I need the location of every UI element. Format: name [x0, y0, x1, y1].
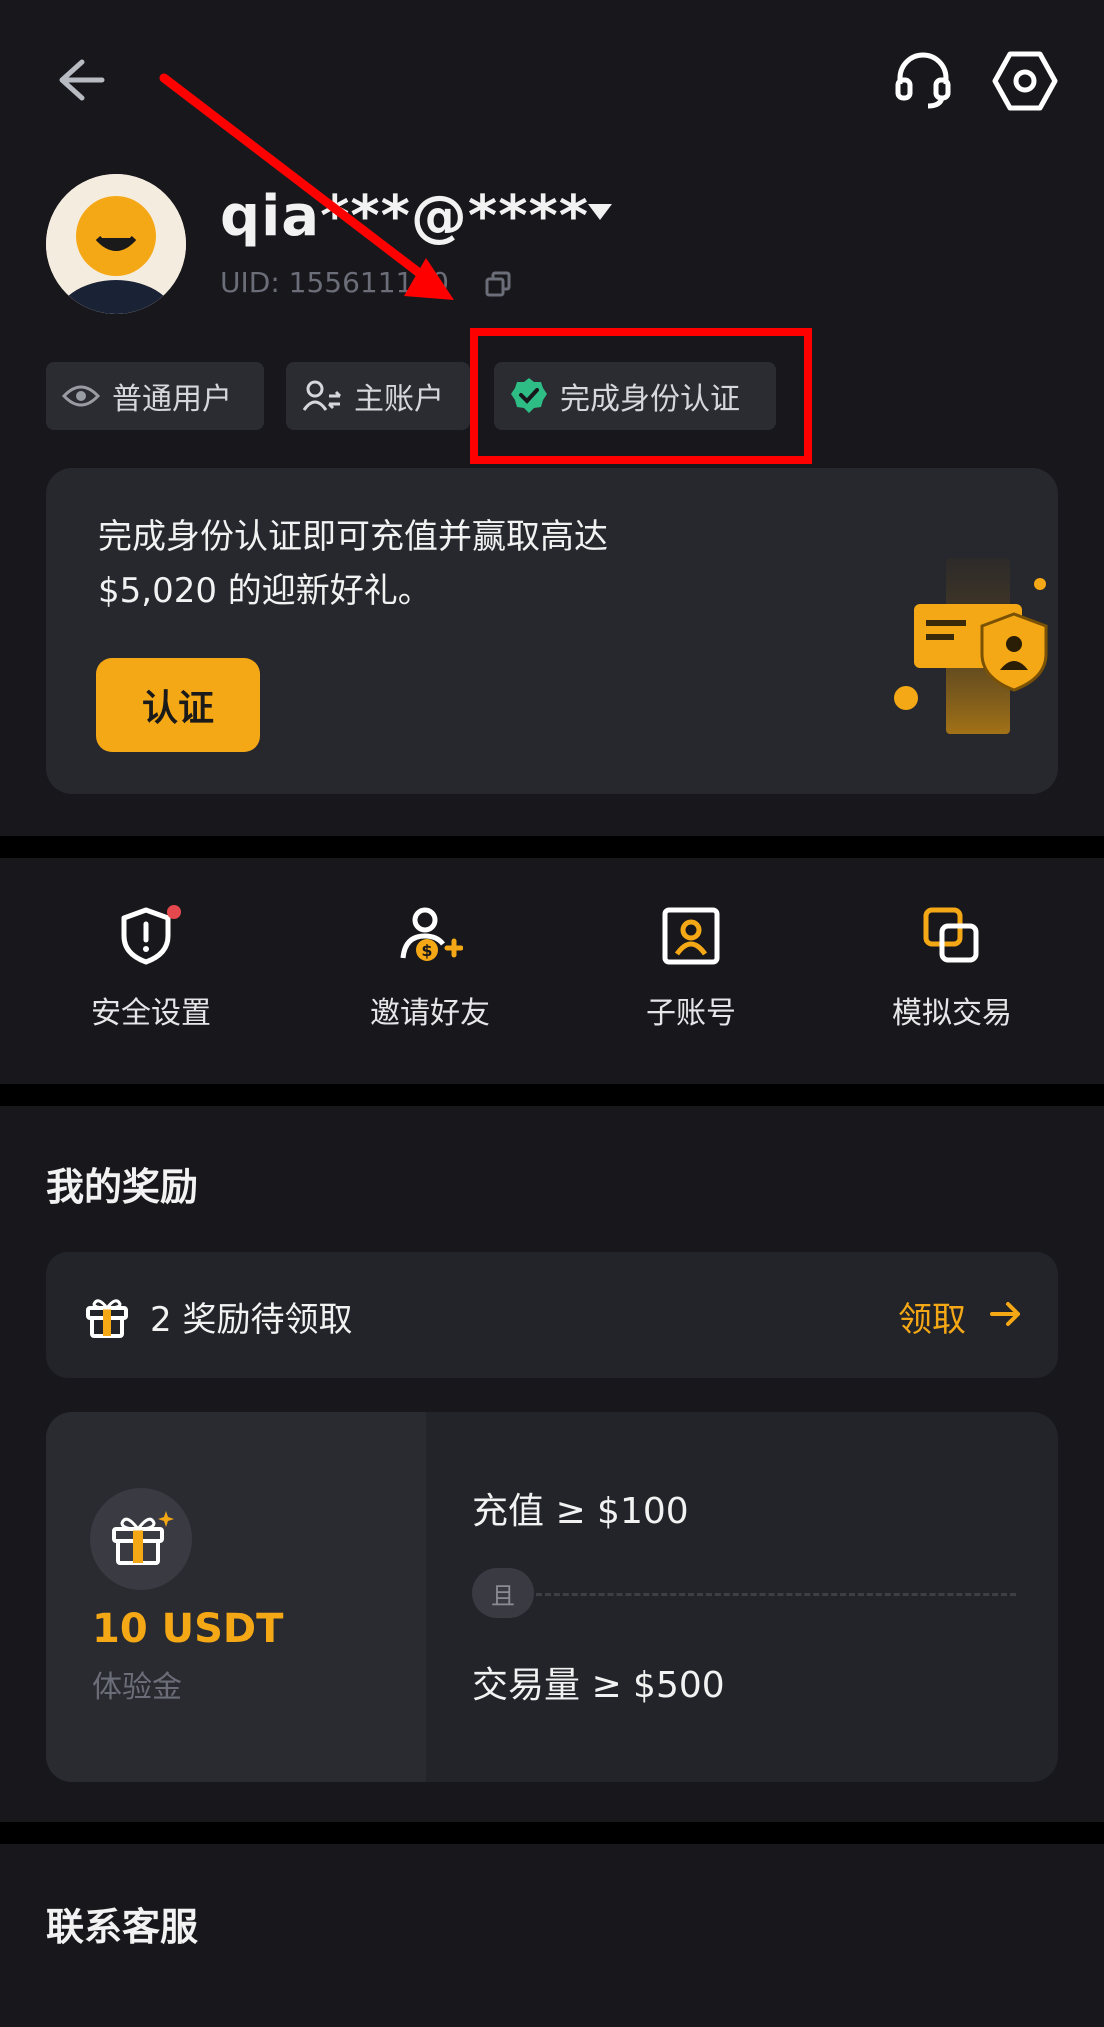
user-switch-icon [302, 380, 342, 411]
shortcut-security-label: 安全设置 [91, 996, 211, 1031]
section-divider [0, 1822, 1104, 1844]
section-divider [0, 1084, 1104, 1106]
shield-alert-icon [121, 905, 181, 965]
tag-main-label: 主账户 [354, 382, 444, 417]
condition-connector-line [536, 1593, 1016, 1596]
tag-regular-user[interactable]: 普通用户 [46, 362, 264, 430]
kyc-promo-text: 完成身份认证即可充值并赢取高达 $5,020 的迎新好礼。 [98, 510, 738, 618]
reward-amount: 10 USDT [92, 1606, 284, 1652]
reward-gift-badge [90, 1488, 192, 1590]
annotation-arrow [159, 73, 454, 300]
rewards-section-title: 我的奖励 [46, 1165, 199, 1209]
pending-rewards-row[interactable]: 2 奖励待领取 领取 [46, 1252, 1058, 1378]
claim-link[interactable]: 领取 [898, 1292, 966, 1341]
verify-button[interactable]: 认证 [96, 658, 260, 752]
reward-description: 体验金 [92, 1670, 182, 1705]
reward-task-card[interactable]: 10 USDT 体验金 充值 ≥ $100 且 交易量 ≥ $500 [46, 1412, 1058, 1782]
section-divider [0, 836, 1104, 858]
kyc-promo-card: 完成身份认证即可充值并赢取高达 $5,020 的迎新好礼。 认证 [46, 468, 1058, 794]
id-card-shield-illustration-icon [894, 558, 1048, 734]
gift-icon [86, 1299, 128, 1338]
shortcut-demo-label: 模拟交易 [892, 996, 1012, 1031]
shortcut-invite-label: 邀请好友 [370, 996, 490, 1031]
pending-rewards-text: 2 奖励待领取 [150, 1300, 353, 1340]
shortcut-invite-friends[interactable]: $ 邀请好友 [330, 904, 530, 1044]
shortcut-grid: 安全设置 $ 邀请好友 子账号 模拟交易 [0, 860, 1104, 1084]
reward-condition-volume: 交易量 ≥ $500 [472, 1665, 725, 1706]
condition-and-pill: 且 [472, 1568, 534, 1618]
tag-main-account[interactable]: 主账户 [286, 362, 470, 430]
shortcut-security-settings[interactable]: 安全设置 [51, 904, 251, 1044]
reward-summary-panel: 10 USDT 体验金 [46, 1412, 426, 1782]
reward-condition-deposit: 充值 ≥ $100 [472, 1491, 689, 1532]
gift-sparkle-icon [112, 1511, 174, 1565]
sub-account-icon [662, 907, 720, 965]
contact-support-title: 联系客服 [46, 1905, 199, 1949]
arrow-right-icon[interactable] [990, 1300, 1022, 1328]
invite-friend-icon: $ [400, 907, 463, 961]
shortcut-demo-trading[interactable]: 模拟交易 [852, 904, 1052, 1044]
demo-trading-icon [923, 907, 979, 963]
tag-regular-label: 普通用户 [112, 382, 232, 417]
kyc-promo-line1: 完成身份认证即可充值并赢取高达 [98, 517, 608, 557]
shortcut-sub-account-label: 子账号 [646, 996, 736, 1031]
svg-text:$: $ [421, 941, 432, 960]
annotation-highlight-box [470, 328, 812, 464]
diamond-eye-icon [62, 385, 100, 407]
kyc-promo-line2: $5,020 的迎新好礼。 [98, 571, 432, 611]
shortcut-sub-account[interactable]: 子账号 [591, 904, 791, 1044]
